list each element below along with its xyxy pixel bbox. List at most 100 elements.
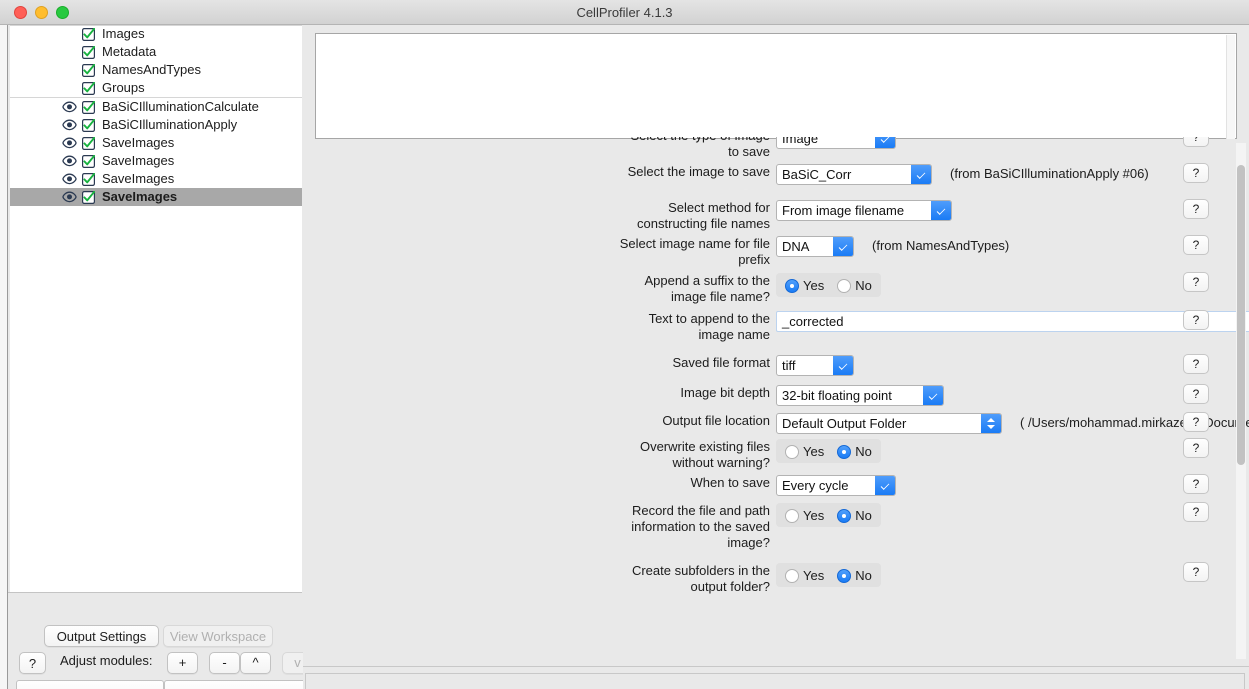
module-enabled-checkbox[interactable]	[82, 118, 96, 133]
radio-dot-icon[interactable]	[785, 569, 799, 584]
radio-dot-icon[interactable]	[837, 509, 852, 524]
start-test-mode-button[interactable]: Start Test Mode	[16, 680, 164, 689]
create-subfolders-in-the-output-folder-option-yes[interactable]: Yes	[785, 568, 824, 584]
select-type-of-image-to-save-dropdown[interactable]: Image	[776, 137, 896, 149]
chevron-down-icon[interactable]	[923, 386, 943, 405]
pipeline-module-list[interactable]: Images Metadata NamesAndTypes Groups BaSiCIl…	[10, 25, 302, 592]
module-enabled-checkbox[interactable]	[82, 154, 96, 169]
module-notes-box[interactable]	[315, 33, 1237, 139]
pipeline-help-button[interactable]: ?	[19, 652, 46, 674]
select-the-image-to-save-dropdown[interactable]: BaSiC_Corr	[776, 164, 932, 185]
setting-label: Output file location	[662, 413, 770, 428]
append-a-suffix-to-the-image-file-name-radio-group[interactable]: Yes No	[776, 273, 881, 298]
module-enabled-checkbox[interactable]	[82, 172, 96, 187]
radio-dot-icon[interactable]	[785, 509, 799, 524]
module-enabled-checkbox[interactable]	[82, 27, 96, 42]
setting-help-button[interactable]: ?	[1183, 310, 1209, 330]
module-visibility-eye-icon[interactable]	[62, 118, 77, 132]
chevron-down-icon[interactable]	[833, 356, 853, 375]
setting-row-select-the-image-to-save: Select the image to save BaSiC_Corr (from …	[303, 164, 1249, 190]
append-a-suffix-to-the-image-file-name-option-no[interactable]: No	[837, 278, 872, 294]
settings-scrollbar[interactable]	[1236, 143, 1246, 659]
saved-file-format-value: tiff	[782, 358, 796, 373]
select-method-for-constructing-file-names-dropdown[interactable]: From image filename	[776, 200, 952, 221]
chevron-down-icon[interactable]	[875, 137, 895, 148]
radio-dot-icon[interactable]	[837, 445, 852, 460]
setting-help-button[interactable]: ?	[1183, 438, 1209, 458]
setting-label: Select method for constructing file names	[637, 200, 770, 231]
overwrite-existing-files-without-warning-radio-group[interactable]: Yes No	[776, 439, 881, 464]
setting-help-button[interactable]: ?	[1183, 384, 1209, 404]
setting-label: Saved file format	[672, 355, 770, 370]
output-settings-button[interactable]: Output Settings	[44, 625, 159, 647]
radio-dot-icon[interactable]	[837, 569, 852, 584]
remove-module-button[interactable]: -	[209, 652, 240, 674]
radio-dot-icon[interactable]	[837, 279, 852, 294]
setting-row-select-image-name-for-file-prefix: Select image name for file prefix DNA (from…	[303, 236, 1249, 268]
module-enabled-checkbox[interactable]	[82, 136, 96, 151]
pipeline-module-row[interactable]: BaSiCIlluminationApply	[10, 116, 302, 134]
when-to-save-dropdown[interactable]: Every cycle	[776, 475, 896, 496]
module-enabled-checkbox[interactable]	[82, 81, 96, 96]
module-enabled-checkbox[interactable]	[82, 45, 96, 60]
setting-help-button[interactable]: ?	[1183, 562, 1209, 582]
setting-row-select-method-for-constructing-file-names: Select method for constructing file names…	[303, 200, 1249, 232]
saved-file-format-dropdown[interactable]: tiff	[776, 355, 854, 376]
module-enabled-checkbox[interactable]	[82, 63, 96, 78]
setting-help-button[interactable]: ?	[1183, 412, 1209, 432]
pipeline-module-row[interactable]: SaveImages	[10, 170, 302, 188]
setting-help-button[interactable]: ?	[1183, 199, 1209, 219]
radio-dot-icon[interactable]	[785, 279, 799, 294]
add-module-button[interactable]: +	[167, 652, 198, 674]
record-the-file-and-path-information-radio-group[interactable]: Yes No	[776, 503, 881, 528]
view-workspace-button[interactable]: View Workspace	[163, 625, 273, 647]
chevron-down-icon[interactable]	[981, 414, 1001, 433]
module-enabled-checkbox[interactable]	[82, 190, 96, 205]
text-to-append-to-the-image-name-input[interactable]: _corrected	[776, 311, 1249, 332]
setting-help-button[interactable]: ?	[1183, 354, 1209, 374]
pipeline-module-row[interactable]: BaSiCIlluminationCalculate	[10, 98, 302, 116]
pipeline-module-row[interactable]: Metadata	[10, 43, 302, 61]
module-visibility-eye-icon[interactable]	[62, 190, 77, 204]
setting-help-button[interactable]: ?	[1183, 272, 1209, 292]
setting-help-button[interactable]: ?	[1183, 137, 1209, 147]
setting-control-wrap: From image filename	[776, 200, 952, 221]
pipeline-module-row[interactable]: Images	[10, 25, 302, 43]
record-the-file-and-path-information-option-yes[interactable]: Yes	[785, 508, 824, 524]
module-visibility-eye-icon[interactable]	[62, 154, 77, 168]
setting-help-button[interactable]: ?	[1183, 474, 1209, 494]
setting-label: Select the image to save	[627, 164, 770, 179]
module-visibility-eye-icon[interactable]	[62, 172, 77, 186]
create-subfolders-in-the-output-folder-option-no[interactable]: No	[837, 568, 872, 584]
overwrite-existing-files-without-warning-option-yes[interactable]: Yes	[785, 444, 824, 460]
settings-scrollbar-thumb[interactable]	[1237, 165, 1245, 465]
analyze-images-button[interactable]: Analyze Images	[164, 680, 310, 689]
image-bit-depth-dropdown[interactable]: 32-bit floating point	[776, 385, 944, 406]
pipeline-module-row[interactable]: SaveImages	[10, 134, 302, 152]
output-file-location-dropdown[interactable]: Default Output Folder	[776, 413, 1002, 434]
pipeline-module-row[interactable]: SaveImages	[10, 152, 302, 170]
chevron-down-icon[interactable]	[931, 201, 951, 220]
module-enabled-checkbox[interactable]	[82, 100, 96, 115]
record-the-file-and-path-information-option-no[interactable]: No	[837, 508, 872, 524]
pipeline-module-row[interactable]: SaveImages	[10, 188, 302, 206]
window-title: CellProfiler 4.1.3	[576, 5, 673, 20]
create-subfolders-in-the-output-folder-radio-group[interactable]: Yes No	[776, 563, 881, 588]
pipeline-module-row[interactable]: Groups	[10, 79, 302, 97]
select-image-name-for-file-prefix-dropdown[interactable]: DNA	[776, 236, 854, 257]
setting-help-button[interactable]: ?	[1183, 502, 1209, 522]
chevron-down-icon[interactable]	[911, 165, 931, 184]
setting-help-button[interactable]: ?	[1183, 163, 1209, 183]
radio-dot-icon[interactable]	[785, 445, 799, 460]
setting-row-create-subfolders-in-the-output-folder: Create subfolders in the output folder? Ye…	[303, 563, 1249, 595]
module-visibility-eye-icon[interactable]	[62, 100, 77, 114]
chevron-down-icon[interactable]	[875, 476, 895, 495]
append-a-suffix-to-the-image-file-name-option-yes[interactable]: Yes	[785, 278, 824, 294]
notes-scrollbar[interactable]	[1226, 35, 1235, 139]
move-module-up-button[interactable]: ^	[240, 652, 271, 674]
pipeline-module-row[interactable]: NamesAndTypes	[10, 61, 302, 79]
chevron-down-icon[interactable]	[833, 237, 853, 256]
module-visibility-eye-icon[interactable]	[62, 136, 77, 150]
overwrite-existing-files-without-warning-option-no[interactable]: No	[837, 444, 872, 460]
setting-help-button[interactable]: ?	[1183, 235, 1209, 255]
